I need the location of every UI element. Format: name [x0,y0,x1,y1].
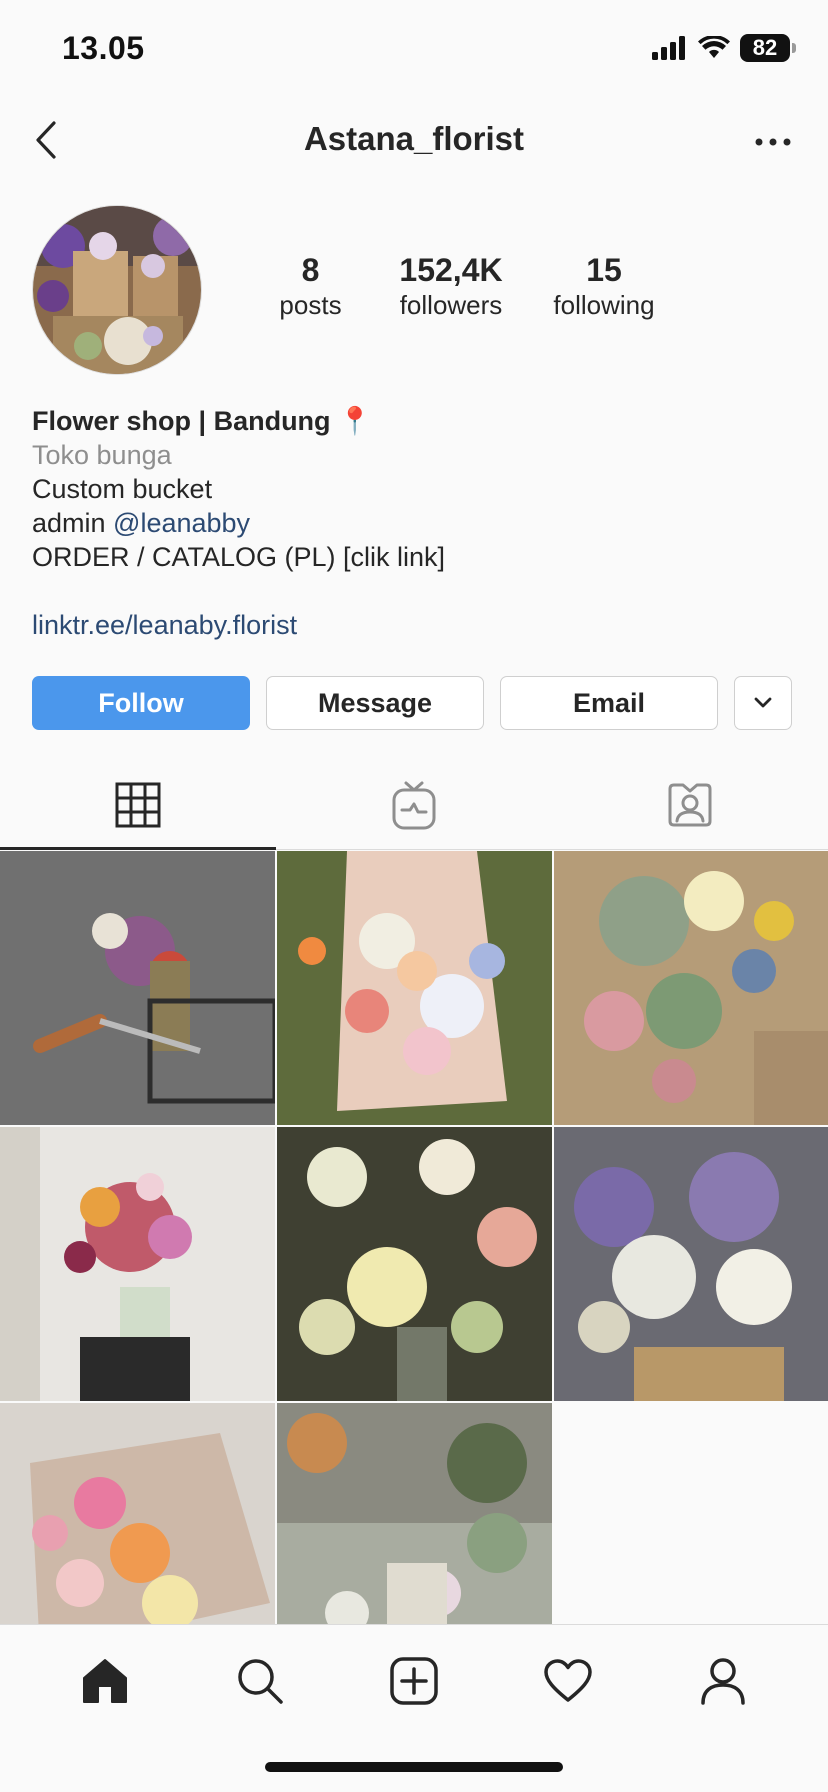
posts-stat[interactable]: 8 posts [228,252,393,321]
bio-website-link[interactable]: linktr.ee/leanaby.florist [32,608,792,642]
heart-icon [544,1659,593,1702]
follow-button[interactable]: Follow [32,676,250,730]
search-tab[interactable] [230,1651,290,1711]
home-indicator[interactable] [265,1762,563,1772]
profile-icon [701,1658,745,1705]
tab-tagged[interactable] [552,760,828,849]
more-horizontal-icon [755,138,791,146]
following-stat[interactable]: 15 following [534,252,674,321]
followers-stat[interactable]: 152,4K followers [381,252,521,321]
post-thumbnail-6[interactable] [554,1127,828,1401]
status-icons: 82 [652,34,796,62]
home-tab[interactable] [75,1651,135,1711]
activity-tab[interactable] [538,1651,598,1711]
status-time: 13.05 [62,30,145,66]
suggested-accounts-button[interactable] [734,676,792,730]
home-icon [83,1659,128,1703]
profile-tabs [0,760,828,850]
tab-posts-grid[interactable] [0,760,276,850]
profile-tab[interactable] [693,1651,753,1711]
tagged-icon [668,783,712,826]
profile-avatar[interactable] [32,205,202,375]
bio-line-admin: admin @leanabby [32,506,792,540]
bio-line-custom: Custom bucket [32,474,213,504]
profile-bio: Flower shop | Bandung 📍 Toko bunga Custo… [32,404,792,642]
bio-category: Toko bunga [32,440,172,470]
post-thumbnail-2[interactable] [277,851,552,1125]
more-options-button[interactable] [748,122,798,162]
followers-count: 152,4K [399,252,503,288]
admin-mention-link[interactable]: @leanabby [113,508,250,538]
grid-icon [115,782,161,827]
followers-label: followers [399,289,503,320]
bio-admin-prefix: admin [32,508,114,538]
posts-count: 8 [301,252,320,288]
profile-stats: 8 posts 152,4K followers 15 following [230,252,710,321]
profile-username: Astana_florist [303,120,525,157]
battery-level: 82 [752,35,778,60]
profile-actions: Follow Message Email [32,676,796,730]
email-button[interactable]: Email [500,676,718,730]
chevron-down-icon [754,697,772,708]
bio-display-name: Flower shop | Bandung 📍 [32,406,372,436]
bio-line-order: ORDER / CATALOG (PL) [clik link] [32,542,446,572]
post-thumbnail-1[interactable] [0,851,275,1125]
post-thumbnail-3[interactable] [554,851,828,1125]
post-thumbnail-4[interactable] [0,1127,275,1401]
posts-grid [0,851,828,1677]
status-bar: 13.05 82 [0,0,828,100]
following-count: 15 [586,252,622,288]
message-button[interactable]: Message [266,676,484,730]
nav-bar: Astana_florist [0,100,828,180]
battery-cap [792,43,796,53]
post-thumbnail-5[interactable] [277,1127,552,1401]
add-post-icon [390,1657,438,1705]
create-post-tab[interactable] [384,1651,444,1711]
igtv-icon [392,781,436,829]
tab-igtv[interactable] [276,760,552,849]
battery-indicator: 82 [740,34,790,62]
posts-label: posts [279,289,342,320]
search-icon [237,1659,283,1704]
wifi-icon [698,36,730,58]
bottom-tab-bar [0,1624,828,1792]
following-label: following [553,289,655,320]
cellular-signal-icon [652,36,685,60]
